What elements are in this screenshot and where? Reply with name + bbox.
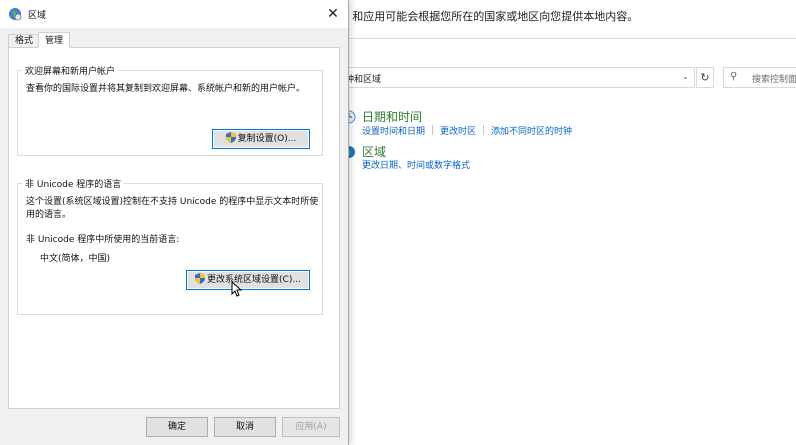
uac-shield-icon	[195, 273, 206, 284]
search-placeholder: 搜索控制面	[752, 75, 796, 85]
refresh-button[interactable]: ↻	[696, 67, 714, 88]
apply-button[interactable]: 应用(A)	[282, 417, 340, 437]
tab-formats[interactable]: 格式	[8, 34, 41, 48]
mouse-pointer-icon	[231, 281, 243, 297]
welcome-screen-group: 欢迎屏幕和新用户帐户 查看你的国际设置并将其复制到欢迎屏幕、系统帐户和新的用户帐…	[17, 64, 323, 156]
link-change-timezone[interactable]: 更改时区	[440, 127, 476, 137]
chevron-down-icon[interactable]: ⌄	[682, 72, 689, 81]
change-system-locale-button[interactable]: 更改系统区域设置(C)...	[186, 270, 310, 290]
current-language-label: 非 Unicode 程序中所使用的当前语言:	[26, 235, 180, 245]
link-separator	[483, 125, 485, 135]
link-set-time-date[interactable]: 设置时间和日期	[362, 127, 425, 137]
ok-button[interactable]: 确定	[146, 417, 208, 437]
address-bar[interactable]: 钟和区域 ⌄	[338, 67, 695, 88]
region-globe-icon	[9, 8, 22, 21]
address-text: 钟和区域	[345, 75, 382, 85]
info-text: s 和应用可能会根据您所在的国家或地区向您提供本地内容。	[343, 10, 639, 23]
copy-settings-label: 复制设置(O)...	[237, 134, 297, 144]
unicode-description-line1: 这个设置(系统区域设置)控制在不支持 Unicode 的程序中显示文本时所使	[26, 197, 319, 207]
current-language-value: 中文(简体，中国)	[40, 254, 111, 264]
group-label: 欢迎屏幕和新用户帐户	[22, 64, 119, 77]
close-button[interactable]: ✕	[322, 4, 344, 24]
close-icon: ✕	[327, 6, 339, 22]
link-separator	[432, 125, 434, 135]
group-label: 非 Unicode 程序的语言	[22, 177, 125, 190]
uac-shield-icon	[225, 132, 236, 143]
refresh-icon: ↻	[700, 71, 710, 84]
region-dialog: 区域 ✕ 格式 管理 欢迎屏幕和新用户帐户 查看你的国际设置并将其复制到欢迎屏幕…	[0, 0, 349, 445]
tab-panel-administrative: 欢迎屏幕和新用户帐户 查看你的国际设置并将其复制到欢迎屏幕、系统帐户和新的用户帐…	[8, 47, 340, 409]
link-add-clocks[interactable]: 添加不同时区的时钟	[491, 127, 572, 137]
search-input[interactable]: ⚲ 搜索控制面	[723, 67, 796, 88]
dialog-titlebar[interactable]: 区域 ✕	[0, 0, 348, 28]
non-unicode-group: 非 Unicode 程序的语言 这个设置(系统区域设置)控制在不支持 Unico…	[17, 177, 323, 315]
category-links: 更改日期、时间或数字格式	[362, 158, 470, 171]
welcome-description: 查看你的国际设置并将其复制到欢迎屏幕、系统帐户和新的用户帐户。	[26, 84, 306, 94]
unicode-description-line2: 用的语言。	[26, 210, 72, 220]
link-change-formats[interactable]: 更改日期、时间或数字格式	[362, 161, 470, 171]
dialog-title: 区域	[28, 11, 47, 21]
category-links: 设置时间和日期 更改时区 添加不同时区的时钟	[362, 124, 572, 137]
tab-administrative[interactable]: 管理	[38, 32, 71, 48]
cancel-button[interactable]: 取消	[214, 417, 276, 437]
search-icon: ⚲	[730, 71, 738, 82]
copy-settings-button[interactable]: 复制设置(O)...	[212, 129, 310, 149]
category-title-date-time[interactable]: 日期和时间	[362, 108, 422, 125]
change-system-locale-label: 更改系统区域设置(C)...	[207, 275, 301, 285]
